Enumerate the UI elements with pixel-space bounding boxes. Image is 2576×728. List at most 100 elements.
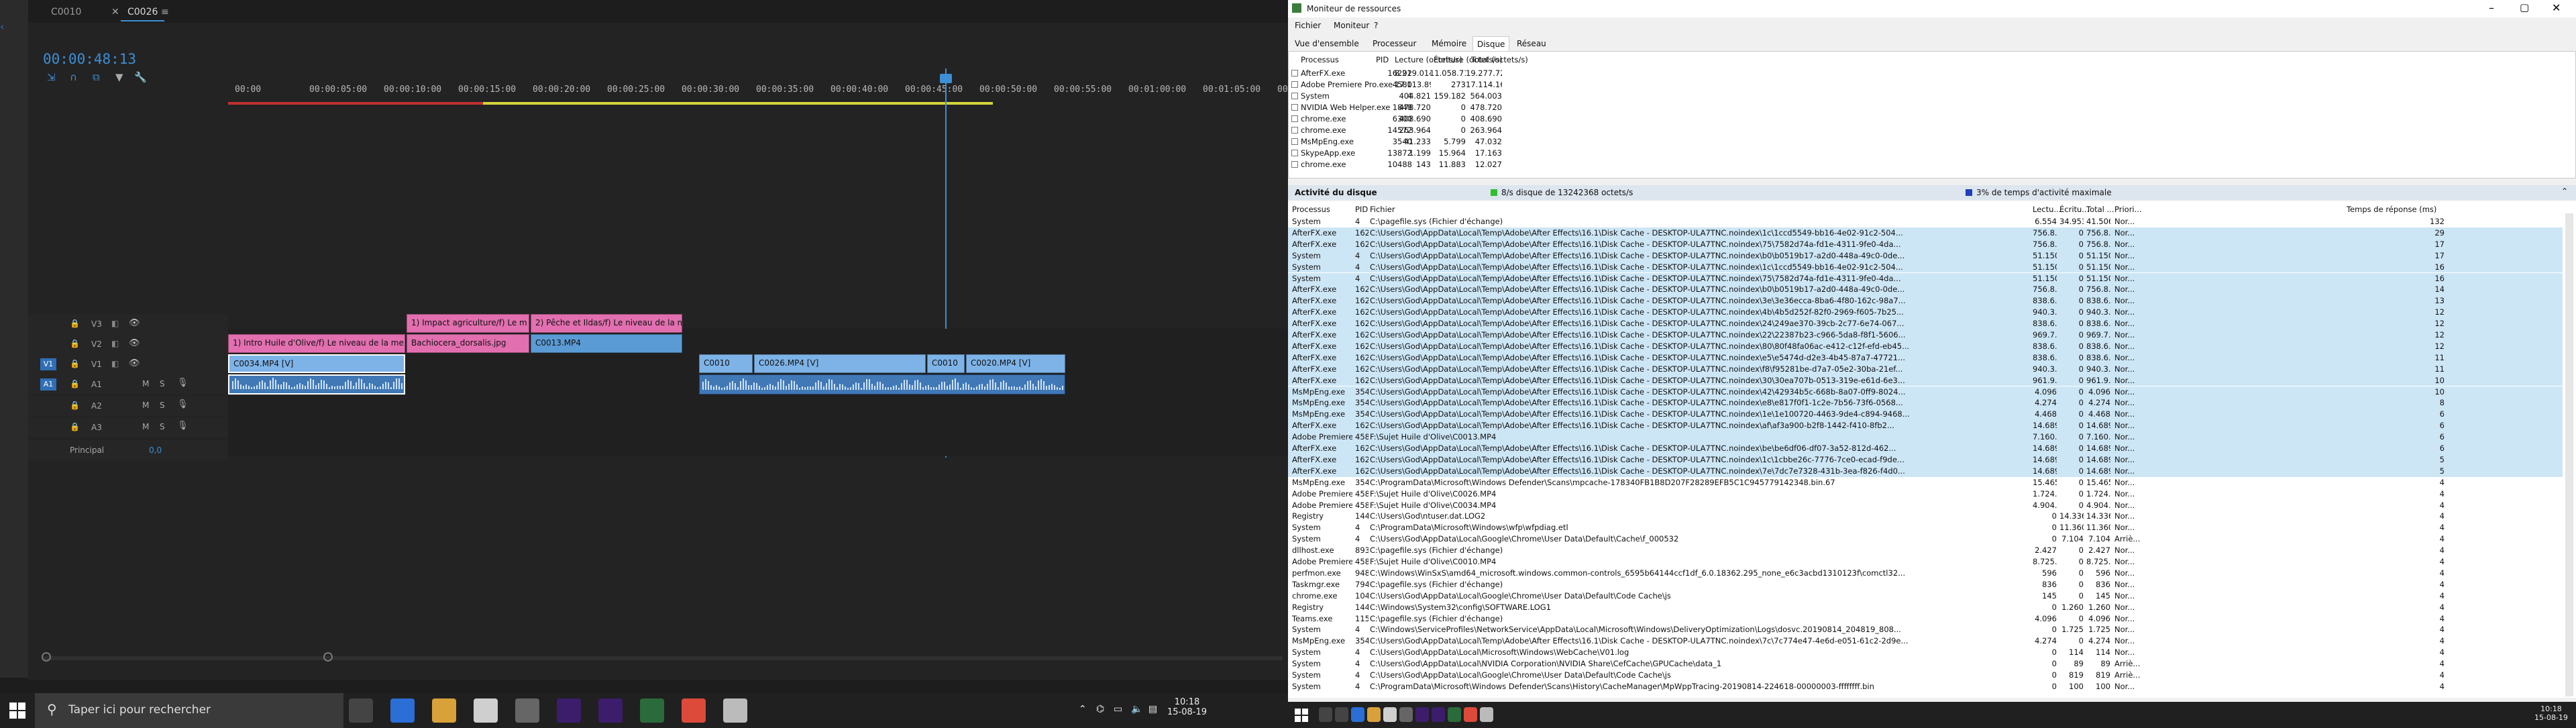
- disk-row[interactable]: System 4 C:\Users\God\AppData\Local\Google…: [1288, 670, 2563, 681]
- clip-v2-1[interactable]: 1) Intro Huile d'Olive/f) Le niveau de l…: [228, 334, 405, 353]
- disk-row[interactable]: AfterFX.exe 16292C:\Users\God\AppData\Loc…: [1288, 454, 2563, 466]
- time-ruler[interactable]: 00:00 00:00:05:00 00:00:10:00 00:00:15:00 00…: [228, 58, 1288, 107]
- process-row[interactable]: NVIDIA Web Helper.exe 1848 478.720 0 478.720: [1289, 102, 1691, 113]
- track-name[interactable]: A1: [91, 380, 102, 389]
- track-name[interactable]: A2: [91, 401, 102, 411]
- mute-button[interactable]: M: [142, 379, 149, 388]
- clip-v3-2[interactable]: 2) Pêche et Ildas/f) Le niveau de la mer: [531, 314, 682, 333]
- disk-row[interactable]: AfterFX.exe 16292C:\Users\God\AppData\Loc…: [1288, 352, 2563, 364]
- eye-icon[interactable]: 👁: [129, 318, 140, 328]
- snap-icon[interactable]: ∩: [70, 71, 77, 83]
- maximize-icon[interactable]: ▢: [2520, 1, 2529, 13]
- menu-file[interactable]: Fichier: [1295, 21, 1321, 30]
- disk-col-header[interactable]: Processus: [1292, 205, 1330, 214]
- file-explorer-icon[interactable]: [1367, 707, 1381, 722]
- disk-row[interactable]: AfterFX.exe 16292C:\Users\God\AppData\Loc…: [1288, 420, 2563, 432]
- edge-icon[interactable]: [390, 698, 415, 723]
- row-checkbox[interactable]: [1291, 81, 1298, 88]
- disk-row[interactable]: System 4 C:\ProgramData\Microsoft\Windows\…: [1288, 522, 2563, 533]
- disk-row[interactable]: MsMpEng.exe 3540C:\ProgramData\Microsoft\…: [1288, 477, 2563, 488]
- tab-vuedensemble[interactable]: Vue d'ensemble: [1291, 36, 1363, 51]
- disk-row[interactable]: AfterFX.exe 16292C:\Users\God\AppData\Loc…: [1288, 340, 2563, 352]
- mail-icon[interactable]: [1383, 707, 1397, 722]
- menu-help[interactable]: ?: [1374, 21, 1378, 30]
- volume-icon[interactable]: 🔈: [1131, 704, 1142, 715]
- tab-processeur[interactable]: Processeur: [1368, 36, 1420, 51]
- disk-row[interactable]: AfterFX.exe 16292C:\Users\God\AppData\Loc…: [1288, 318, 2563, 329]
- clock[interactable]: 10:18 15-08-19: [1167, 697, 1207, 717]
- track-name[interactable]: V1: [91, 360, 102, 369]
- row-checkbox[interactable]: [1291, 161, 1298, 168]
- clip-v1-2[interactable]: C0010: [699, 354, 753, 373]
- resource-monitor-icon[interactable]: [1480, 707, 1493, 722]
- disk-row[interactable]: System 4 C:\Windows\ServiceProfiles\Networ…: [1288, 624, 2563, 635]
- zoom-handle-left[interactable]: [42, 652, 51, 662]
- row-checkbox[interactable]: [1291, 104, 1298, 111]
- nest-icon[interactable]: ⇲: [47, 71, 56, 83]
- zoom-handle-right[interactable]: [323, 652, 333, 662]
- process-row[interactable]: MsMpEng.exe 3540 41.233 5.799 47.032: [1289, 136, 1691, 148]
- toggle-output-icon[interactable]: ◧: [111, 339, 119, 348]
- minimize-icon[interactable]: –: [2489, 1, 2494, 14]
- disk-row[interactable]: chrome.exe 10488C:\Users\God\AppData\Loca…: [1288, 590, 2563, 602]
- row-checkbox[interactable]: [1291, 127, 1298, 134]
- mute-button[interactable]: M: [142, 422, 149, 431]
- disk-row[interactable]: AfterFX.exe 16292C:\Users\God\AppData\Loc…: [1288, 307, 2563, 319]
- linked-selection-icon[interactable]: ⧉: [93, 71, 100, 83]
- disk-row[interactable]: System 4 C:\Users\God\AppData\Local\Google…: [1288, 533, 2563, 545]
- back-icon[interactable]: ‹: [0, 20, 13, 34]
- file-explorer-icon[interactable]: [432, 698, 456, 723]
- disk-row[interactable]: Adobe Premiere Pro.exe4580F:\Sujet Huile…: [1288, 488, 2563, 500]
- row-checkbox[interactable]: [1291, 93, 1298, 99]
- disk-activity-header[interactable]: Activité du disque 8/s disque de 1324236…: [1288, 185, 2576, 200]
- disk-row[interactable]: Adobe Premiere Pro.exe4580F:\Sujet Huile…: [1288, 556, 2563, 568]
- lock-icon[interactable]: 🔒: [70, 379, 80, 388]
- close-icon[interactable]: ✕: [2552, 1, 2561, 14]
- disk-row[interactable]: System 4 C:\Users\God\AppData\Local\Temp\A…: [1288, 250, 2563, 262]
- excel-icon[interactable]: [640, 698, 664, 723]
- clip-v1-3[interactable]: C0026.MP4 [V]: [754, 354, 926, 373]
- audio-clip-1[interactable]: [228, 374, 405, 395]
- disk-row[interactable]: Taskmgr.exe 7944C:\pagefile.sys (Fichier …: [1288, 579, 2563, 590]
- process-row[interactable]: chrome.exe 6300 408.690 0 408.690: [1289, 113, 1691, 125]
- disk-col-header[interactable]: Total ...: [2086, 205, 2114, 214]
- disk-row[interactable]: AfterFX.exe 16292C:\Users\God\AppData\Loc…: [1288, 465, 2563, 477]
- network-icon[interactable]: ⌬: [1096, 704, 1104, 715]
- disk-row[interactable]: Registry 144 C:\Users\God\ntuser.dat.LOG2 0…: [1288, 511, 2563, 522]
- mail-icon[interactable]: [474, 698, 498, 723]
- disk-row[interactable]: Teams.exe 11504C:\pagefile.sys (Fichier d…: [1288, 613, 2563, 625]
- row-checkbox[interactable]: [1291, 138, 1298, 145]
- tab-disque[interactable]: Disque: [1472, 36, 1510, 51]
- toggle-output-icon[interactable]: ◧: [111, 359, 119, 368]
- disk-col-header[interactable]: Temps de réponse (ms): [2347, 205, 2436, 214]
- track-name[interactable]: V2: [91, 340, 102, 349]
- source-patch-a1[interactable]: A1: [40, 378, 56, 391]
- process-row[interactable]: SkypeApp.exe 13872 1.199 15.964 17.163: [1289, 148, 1691, 159]
- app-icon[interactable]: [515, 698, 539, 723]
- solo-button[interactable]: S: [160, 401, 165, 410]
- track-name[interactable]: V3: [91, 319, 102, 329]
- marker-icon[interactable]: ▼: [115, 71, 123, 83]
- clip-v3-1[interactable]: 1) Impact agriculture/f) Le m: [407, 314, 529, 333]
- chrome-icon[interactable]: [682, 698, 706, 723]
- disk-row[interactable]: System 4 C:\ProgramData\Microsoft\Windows …: [1288, 681, 2563, 692]
- row-checkbox[interactable]: [1291, 150, 1298, 156]
- chevron-up-icon[interactable]: ⌃: [1079, 704, 1087, 715]
- horizontal-scrollbar[interactable]: [42, 656, 1283, 660]
- windows-start-icon[interactable]: [9, 703, 25, 719]
- disk-row[interactable]: System 4 C:\Users\God\AppData\Local\NVIDIA…: [1288, 658, 2563, 670]
- col-process[interactable]: Processus: [1301, 55, 1339, 64]
- track-name[interactable]: A3: [91, 423, 102, 432]
- tab-c0026[interactable]: C0026: [121, 5, 165, 21]
- premiere-icon[interactable]: [1432, 707, 1445, 722]
- process-row[interactable]: AfterFX.exe162928.219.01411.058.71219.27…: [1289, 68, 1691, 79]
- disk-row[interactable]: System 4 C:\Users\God\AppData\Local\Temp\A…: [1288, 261, 2563, 273]
- disk-col-header[interactable]: Lectu...: [2033, 205, 2061, 214]
- lock-icon[interactable]: 🔒: [70, 339, 80, 348]
- panel-menu-icon[interactable]: ≡: [161, 7, 169, 17]
- search-icon[interactable]: [1319, 707, 1332, 722]
- app-icon[interactable]: [1399, 707, 1413, 722]
- task-view-icon[interactable]: [1335, 707, 1348, 722]
- col-pid[interactable]: PID: [1376, 55, 1389, 64]
- battery-icon[interactable]: ▭: [1114, 704, 1122, 715]
